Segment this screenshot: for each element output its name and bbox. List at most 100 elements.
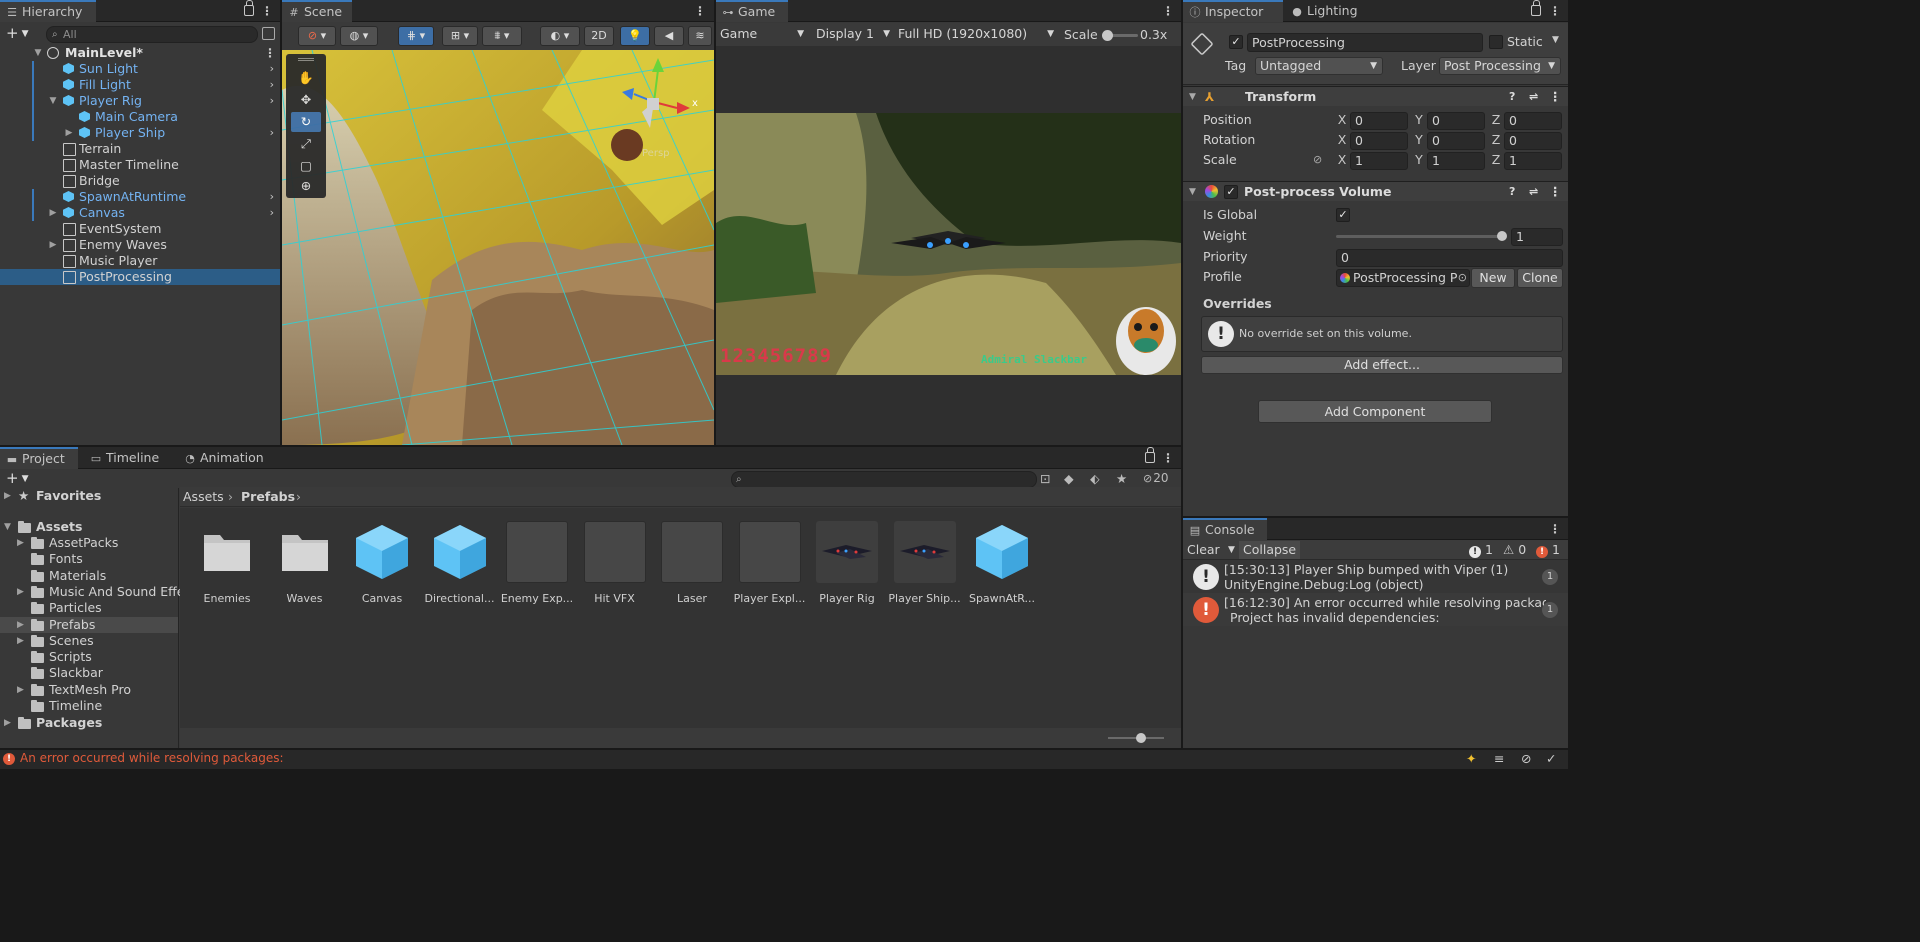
component-menu-icon[interactable]: ⋮ <box>1549 87 1562 107</box>
add-component-button[interactable]: Add Component <box>1258 400 1492 423</box>
asset-item[interactable]: Player Expl... <box>733 521 807 605</box>
tree-folder[interactable]: ▶ AssetPacks <box>0 535 178 551</box>
log-toggle[interactable]: ! 1 <box>1469 542 1493 558</box>
tree-folder[interactable]: ▶ Music And Sound Effe <box>0 584 184 600</box>
hidden-packages-icon[interactable]: ⊘20 <box>1143 471 1169 485</box>
foldout-arrow-icon[interactable]: ▼ <box>1189 182 1196 202</box>
axis-y-label[interactable]: Y <box>1413 132 1425 147</box>
tab-inspector[interactable]: ⓘ Inspector <box>1183 0 1283 22</box>
error-toggle[interactable]: ! 1 <box>1536 542 1560 558</box>
help-icon[interactable]: ? <box>1509 182 1515 202</box>
scene-menu-icon[interactable]: ⋮ <box>264 45 276 61</box>
console-entry[interactable]: ! [16:12:30] An error occurred while reso… <box>1183 593 1568 626</box>
console-entry[interactable]: ! [15:30:13] Player Ship bumped with Vipe… <box>1183 560 1568 593</box>
add-effect-button[interactable]: Add effect... <box>1201 356 1563 374</box>
favorite-star-icon[interactable]: ★ <box>1116 471 1127 486</box>
project-menu-icon[interactable]: ⋮ <box>1162 450 1174 466</box>
thumbnail-size-thumb[interactable] <box>1136 733 1146 743</box>
expand-arrow-icon[interactable]: ▶ <box>17 584 24 600</box>
tab-animation[interactable]: ◔ Animation <box>178 447 278 469</box>
rect-tool-button[interactable]: ▢ <box>291 156 321 176</box>
grid-visibility-button[interactable]: ⩩ ▾ <box>482 26 522 46</box>
hierarchy-item[interactable]: Master Timeline <box>0 157 280 173</box>
tab-project[interactable]: ▬ Project <box>0 447 78 469</box>
game-viewport[interactable]: 123456789 Admiral Slackbar <box>716 46 1181 445</box>
hierarchy-menu-icon[interactable]: ⋮ <box>261 3 273 19</box>
transform-rotation-z-field[interactable]: 0 <box>1504 132 1562 150</box>
inspector-menu-icon[interactable]: ⋮ <box>1549 3 1561 19</box>
component-menu-icon[interactable]: ⋮ <box>1549 182 1562 202</box>
scene-fx-button[interactable]: ≋ <box>688 26 712 46</box>
open-prefab-chevron-icon[interactable]: › <box>270 61 274 77</box>
scene-menu-icon[interactable]: ⋮ <box>694 3 706 19</box>
axis-z-label[interactable]: Z <box>1490 132 1502 147</box>
asset-item[interactable]: Enemy Exp... <box>500 521 574 605</box>
overlay-grip[interactable] <box>298 58 314 61</box>
is-global-checkbox[interactable]: ✓ <box>1336 208 1350 222</box>
expand-arrow-icon[interactable]: ▶ <box>48 237 58 253</box>
cache-server-icon[interactable]: ≡ <box>1494 751 1504 766</box>
transform-header[interactable]: ▼ ⅄ Transform ? ⇌ ⋮ <box>1183 86 1568 106</box>
transform-scale-z-field[interactable]: 1 <box>1504 152 1562 170</box>
post-process-header[interactable]: ▼ ✓ Post-process Volume ? ⇌ ⋮ <box>1183 181 1568 201</box>
persp-label[interactable]: Persp <box>642 148 670 159</box>
move-tool-button[interactable]: ✥ <box>291 90 321 110</box>
axis-x-label[interactable]: X <box>1336 152 1348 167</box>
presets-icon[interactable]: ⇌ <box>1529 182 1538 202</box>
project-create-button[interactable]: + ▼ <box>6 470 34 488</box>
hierarchy-search-input[interactable]: ⌕ All <box>46 26 258 43</box>
expand-arrow-icon[interactable]: ▶ <box>64 125 74 141</box>
expand-arrow-icon[interactable]: ▼ <box>33 45 43 61</box>
status-message[interactable]: An error occurred while resolving packag… <box>20 751 284 765</box>
tab-scene[interactable]: # Scene <box>282 0 352 22</box>
hierarchy-item[interactable]: ▼ Player Rig › <box>0 93 280 109</box>
tree-folder[interactable]: Slackbar <box>0 665 178 681</box>
packages-root[interactable]: ▶ Packages <box>0 715 178 731</box>
transform-position-y-field[interactable]: 0 <box>1427 112 1485 130</box>
grid-snap-button[interactable]: ⋕ ▾ <box>398 26 434 46</box>
console-menu-icon[interactable]: ⋮ <box>1549 521 1561 537</box>
scene-viewport[interactable]: x Persp ✋ ✥ ↻ ⤢ ▢ ⊕ <box>282 50 714 445</box>
priority-field[interactable]: 0 <box>1336 249 1563 267</box>
help-icon[interactable]: ? <box>1509 87 1515 107</box>
post-process-enabled-checkbox[interactable]: ✓ <box>1224 185 1238 199</box>
tree-folder[interactable]: Materials <box>0 568 178 584</box>
object-name-field[interactable]: PostProcessing <box>1247 33 1483 52</box>
tree-folder[interactable]: ▶ Scenes <box>0 633 178 649</box>
asset-item[interactable]: Laser <box>655 521 729 605</box>
game-mode-dropdown[interactable]: Game ▼ <box>718 25 806 43</box>
hierarchy-item[interactable]: Terrain <box>0 141 280 157</box>
expand-arrow-icon[interactable]: ▶ <box>48 205 58 221</box>
open-prefab-chevron-icon[interactable]: › <box>270 205 274 221</box>
open-prefab-chevron-icon[interactable]: › <box>270 125 274 141</box>
progress-check-icon[interactable]: ✓ <box>1546 751 1556 766</box>
expand-arrow-icon[interactable]: ▶ <box>4 488 11 504</box>
tab-hierarchy[interactable]: ☰ Hierarchy <box>0 0 96 22</box>
scale-tool-button[interactable]: ⤢ <box>291 134 321 154</box>
filter-type-icon[interactable]: ◆ <box>1064 471 1074 486</box>
hierarchy-item[interactable]: Sun Light › <box>0 61 280 77</box>
expand-arrow-icon[interactable]: ▶ <box>17 535 24 551</box>
warning-toggle[interactable]: ⚠ 0 <box>1503 542 1526 558</box>
filter-label-icon[interactable]: ⬖ <box>1090 471 1100 486</box>
tree-folder[interactable]: ▶ Prefabs <box>0 616 178 633</box>
tab-lighting[interactable]: ● Lighting <box>1285 0 1375 22</box>
lock-icon[interactable] <box>1145 447 1155 463</box>
search-by-type-icon[interactable]: ⊡ <box>1040 471 1050 486</box>
profile-field[interactable]: PostProcessing P ⊙ <box>1336 269 1470 287</box>
weight-slider-thumb[interactable] <box>1497 231 1507 241</box>
tree-folder[interactable]: Scripts <box>0 649 178 665</box>
toggle-2d-button[interactable]: 2D <box>584 26 614 46</box>
favorites-root[interactable]: ▶ ★ Favorites <box>0 488 178 504</box>
rotate-tool-button[interactable]: ↻ <box>291 112 321 132</box>
hierarchy-item[interactable]: Bridge <box>0 173 280 189</box>
clone-profile-button[interactable]: Clone <box>1517 268 1563 288</box>
expand-arrow-icon[interactable]: ▶ <box>17 617 24 633</box>
transform-scale-y-field[interactable]: 1 <box>1427 152 1485 170</box>
open-prefab-chevron-icon[interactable]: › <box>270 93 274 109</box>
tab-game[interactable]: ⊶ Game <box>716 0 788 22</box>
hierarchy-item[interactable]: ▶ Enemy Waves <box>0 237 280 253</box>
tree-folder[interactable]: ▶ TextMesh Pro <box>0 682 178 698</box>
hierarchy-item[interactable]: ▶ Canvas › <box>0 205 280 221</box>
assets-root[interactable]: ▼ Assets <box>0 519 178 535</box>
